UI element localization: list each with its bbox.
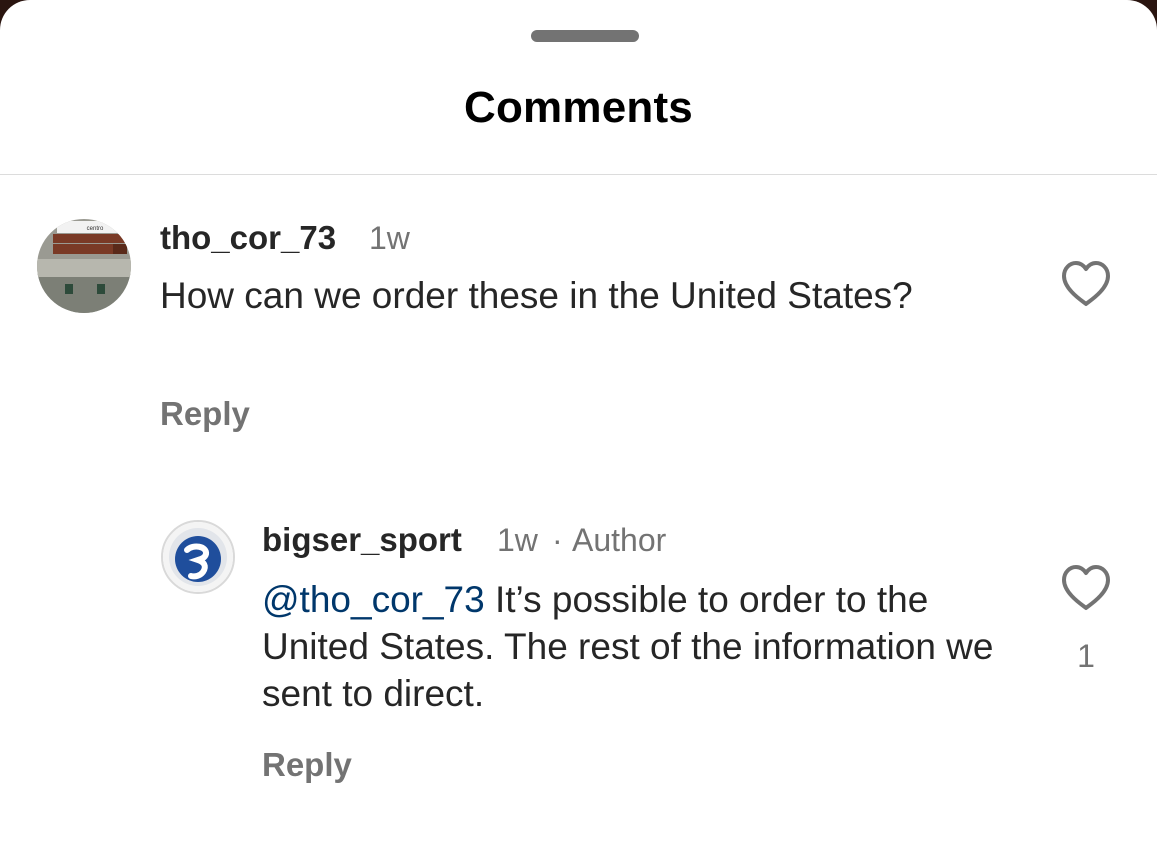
sign-text: centro [87, 226, 104, 232]
avatar[interactable] [161, 520, 235, 594]
comment-text: @tho_cor_73 It’s possible to order to th… [262, 576, 1022, 717]
heart-outline-icon[interactable] [1060, 564, 1112, 612]
comment-time: 1w [497, 522, 538, 558]
page-title: Comments [464, 83, 693, 132]
comments-sheet: Comments centro tho_cor_73 1w How can we… [0, 0, 1157, 856]
meta-separator: · [552, 522, 563, 558]
avatar[interactable]: centro [37, 219, 131, 313]
comment-username[interactable]: bigser_sport [262, 521, 462, 559]
street-sign-photo: centro [37, 219, 131, 313]
comment-time: 1w [369, 220, 410, 256]
comment-username[interactable]: tho_cor_73 [160, 219, 336, 257]
header-divider [0, 174, 1157, 175]
heart-outline-icon[interactable] [1060, 260, 1112, 308]
reply-button[interactable]: Reply [160, 395, 250, 433]
brand-logo-icon [163, 522, 233, 592]
reply-button[interactable]: Reply [262, 746, 352, 784]
drag-handle-icon[interactable] [531, 30, 639, 42]
author-badge: Author [572, 522, 667, 558]
mention-link[interactable]: @tho_cor_73 [262, 579, 485, 620]
like-count: 1 [1077, 638, 1095, 674]
comment-text: How can we order these in the United Sta… [160, 275, 913, 316]
